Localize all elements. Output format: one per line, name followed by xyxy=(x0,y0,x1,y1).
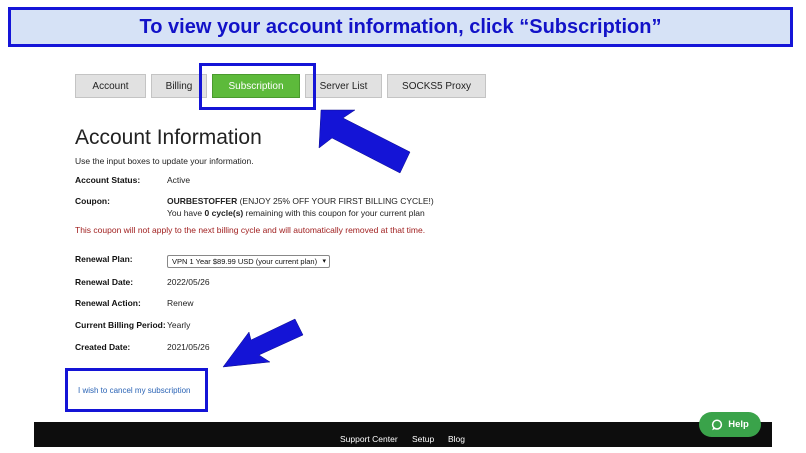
chevron-down-icon: ▾ xyxy=(322,258,326,265)
account-status-value: Active xyxy=(167,175,191,185)
billing-period-value: Yearly xyxy=(167,320,191,330)
page-footer: Support Center Setup Blog xyxy=(34,422,772,447)
coupon-code: OURBESTOFFER xyxy=(167,196,238,206)
tab-server-list[interactable]: Server List xyxy=(305,74,382,98)
instruction-banner: To view your account information, click … xyxy=(8,7,793,47)
renewal-action-value: Renew xyxy=(167,298,194,308)
renewal-plan-select[interactable]: VPN 1 Year $89.99 USD (your current plan… xyxy=(167,255,330,268)
help-button-label: Help xyxy=(728,419,749,430)
footer-link-support-center[interactable]: Support Center xyxy=(340,434,398,444)
coupon-remaining-prefix: You have xyxy=(167,208,205,218)
renewal-plan-value: VPN 1 Year $89.99 USD (your current plan… xyxy=(172,257,318,266)
account-tabs: Account Billing Subscription Server List… xyxy=(0,74,806,98)
tab-socks5-proxy[interactable]: SOCKS5 Proxy xyxy=(387,74,486,98)
renewal-date-label: Renewal Date: xyxy=(75,277,134,287)
chat-bubble-icon xyxy=(712,418,723,430)
created-date-label: Created Date: xyxy=(75,342,131,352)
footer-link-setup[interactable]: Setup xyxy=(412,434,434,444)
coupon-remaining-suffix: remaining with this coupon for your curr… xyxy=(243,208,425,218)
arrow-icon xyxy=(318,109,411,174)
coupon-warning: This coupon will not apply to the next b… xyxy=(75,225,426,235)
subscription-highlight-box xyxy=(199,63,316,110)
coupon-remaining-count: 0 cycle(s) xyxy=(204,208,244,218)
coupon-remaining: You have 0 cycle(s) remaining with this … xyxy=(167,208,425,218)
coupon-description: (ENJOY 25% OFF YOUR FIRST BILLING CYCLE!… xyxy=(239,196,434,206)
renewal-date-value: 2022/05/26 xyxy=(167,277,210,287)
arrow-icon xyxy=(222,318,304,368)
instruction-text: To view your account information, click … xyxy=(139,15,662,38)
account-status-label: Account Status: xyxy=(75,175,141,185)
footer-link-blog[interactable]: Blog xyxy=(448,434,465,444)
help-button[interactable]: Help xyxy=(699,412,761,437)
renewal-plan-label: Renewal Plan: xyxy=(75,254,133,264)
billing-period-label: Current Billing Period: xyxy=(75,320,166,330)
coupon-line: OURBESTOFFER (ENJOY 25% OFF YOUR FIRST B… xyxy=(167,196,434,206)
page-title: Account Information xyxy=(75,126,262,149)
created-date-value: 2021/05/26 xyxy=(167,342,210,352)
cancel-subscription-link[interactable]: I wish to cancel my subscription xyxy=(78,386,191,395)
tab-account[interactable]: Account xyxy=(75,74,146,98)
renewal-action-label: Renewal Action: xyxy=(75,298,141,308)
page-subtitle: Use the input boxes to update your infor… xyxy=(75,156,254,166)
coupon-label: Coupon: xyxy=(75,196,110,206)
